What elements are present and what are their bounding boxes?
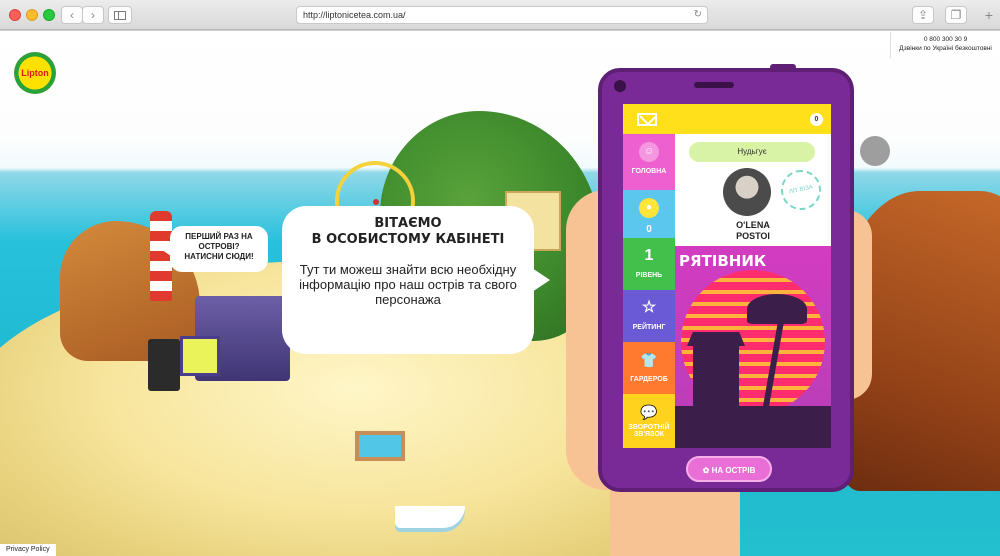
yacht[interactable] <box>395 506 465 528</box>
zoom-window-button[interactable] <box>43 9 55 21</box>
to-island-button[interactable]: ✿ НА ОСТРІВ <box>686 456 772 482</box>
menu-item-wardrobe[interactable]: 👕 ГАРДЕРОБ <box>623 342 675 394</box>
address-bar[interactable]: http://liptonicetea.com.ua/ ↻ <box>296 6 708 24</box>
url-text: http://liptonicetea.com.ua/ <box>303 10 406 20</box>
sidebar-toggle-button[interactable] <box>108 6 132 24</box>
new-tab-button[interactable]: + <box>978 7 1000 25</box>
menu-item-feedback[interactable]: 💬 ЗВОРОТНІЙ ЗВ'ЯЗОК <box>623 394 675 448</box>
mail-icon[interactable] <box>637 113 657 126</box>
hotline-number: 0 800 300 30 9 <box>923 36 968 43</box>
avatar[interactable] <box>723 168 771 216</box>
menu-item-label: ЗВОРОТНІЙ ЗВ'ЯЗОК <box>628 424 670 438</box>
forward-button[interactable]: › <box>82 6 104 24</box>
phone-speaker <box>694 82 734 88</box>
menu-item-rating[interactable]: ☆ РЕЙТИНГ <box>623 290 675 342</box>
first-time-hint-bubble[interactable]: ПЕРШИЙ РАЗ НА ОСТРОВІ? НАТИСНИ СЮДИ! <box>162 226 268 272</box>
menu-item-level[interactable]: 1 РІВЕНЬ <box>623 238 675 290</box>
show-tabs-button[interactable]: ❐ <box>945 6 967 24</box>
messages-count-badge: 0 <box>810 113 823 126</box>
share-button[interactable]: ⇪ <box>912 6 934 24</box>
chevron-right-icon: › <box>91 8 95 22</box>
hotline-info: 0 800 300 30 9 Дзвінки по Україні безкош… <box>890 32 1000 58</box>
menu-item-home[interactable]: ☺ ГОЛОВНА <box>623 134 675 190</box>
phone-camera <box>614 80 626 92</box>
browser-toolbar: ‹ › http://liptonicetea.com.ua/ ↻ ⇪ ❐ + <box>0 0 1000 30</box>
visa-stamp: ЛІТ ВІЗА <box>777 166 825 214</box>
profile-panel: Нудьгує ЛІТ ВІЗА O'LENA POSTOI РЯТІВНИК <box>675 134 831 448</box>
lighthouse[interactable] <box>150 211 172 301</box>
sidebar-icon <box>114 11 126 20</box>
welcome-title: ВІТАЄМО В ОСОБИСТОМУ КАБІНЕТІ <box>311 216 505 247</box>
reload-icon[interactable]: ↻ <box>694 7 702 23</box>
lipton-logo[interactable]: Lipton <box>14 52 56 94</box>
telescope <box>860 136 890 166</box>
tabs-icon: ❐ <box>950 8 962 22</box>
menu-item-label: ГАРДЕРОБ <box>630 376 668 383</box>
menu-item-label: РІВЕНЬ <box>635 272 663 279</box>
menu-item-label: ГОЛОВНА <box>631 168 667 175</box>
palm-leaves <box>747 294 807 324</box>
back-button[interactable]: ‹ <box>61 6 83 24</box>
phone-topbar: 0 <box>623 104 831 134</box>
user-name: O'LENA POSTOI <box>736 220 770 241</box>
speaker-box <box>148 339 180 391</box>
privacy-policy-link[interactable]: Privacy Policy <box>0 544 56 556</box>
level-icon: 1 <box>644 247 654 264</box>
swimming-pool[interactable] <box>355 431 405 461</box>
shirt-icon: 👕 <box>640 352 658 368</box>
close-window-button[interactable] <box>9 9 21 21</box>
phone-device: 0 ☺ ГОЛОВНА ● 0 1 РІВЕНЬ ☆ РЕЙТИНГ 👕 ГАР… <box>598 64 854 492</box>
chat-icon: 💬 <box>640 404 658 420</box>
palm-icon: ✿ <box>702 466 712 475</box>
phone-side-button <box>770 64 796 70</box>
minimize-window-button[interactable] <box>26 9 38 21</box>
character-title: РЯТІВНИК <box>679 252 767 270</box>
status-badge[interactable]: Нудьгує <box>689 142 815 162</box>
welcome-bubble: ВІТАЄМО В ОСОБИСТОМУ КАБІНЕТІ Тут ти мож… <box>282 206 550 354</box>
share-icon: ⇪ <box>917 8 929 22</box>
welcome-text: Тут ти можеш знайти всю необхідну інформ… <box>299 262 517 307</box>
hotline-caption: Дзвінки по Україні безкоштовні <box>899 45 992 52</box>
menu-item-coins[interactable]: ● 0 <box>623 190 675 238</box>
coins-value: 0 <box>646 224 652 235</box>
character-card[interactable]: РЯТІВНИК <box>675 246 831 448</box>
chevron-left-icon: ‹ <box>70 8 74 22</box>
user-icon: ☺ <box>639 142 659 162</box>
lifeguard-tower <box>693 346 739 416</box>
star-icon: ☆ <box>641 299 657 316</box>
menu-item-label: РЕЙТИНГ <box>632 324 666 331</box>
lipton-billboard <box>180 336 220 376</box>
to-island-label: НА ОСТРІВ <box>711 466 756 475</box>
phone-screen: 0 ☺ ГОЛОВНА ● 0 1 РІВЕНЬ ☆ РЕЙТИНГ 👕 ГАР… <box>623 104 831 448</box>
coin-icon: ● <box>639 198 659 218</box>
phone-menu: ☺ ГОЛОВНА ● 0 1 РІВЕНЬ ☆ РЕЙТИНГ 👕 ГАРДЕ… <box>623 134 675 448</box>
